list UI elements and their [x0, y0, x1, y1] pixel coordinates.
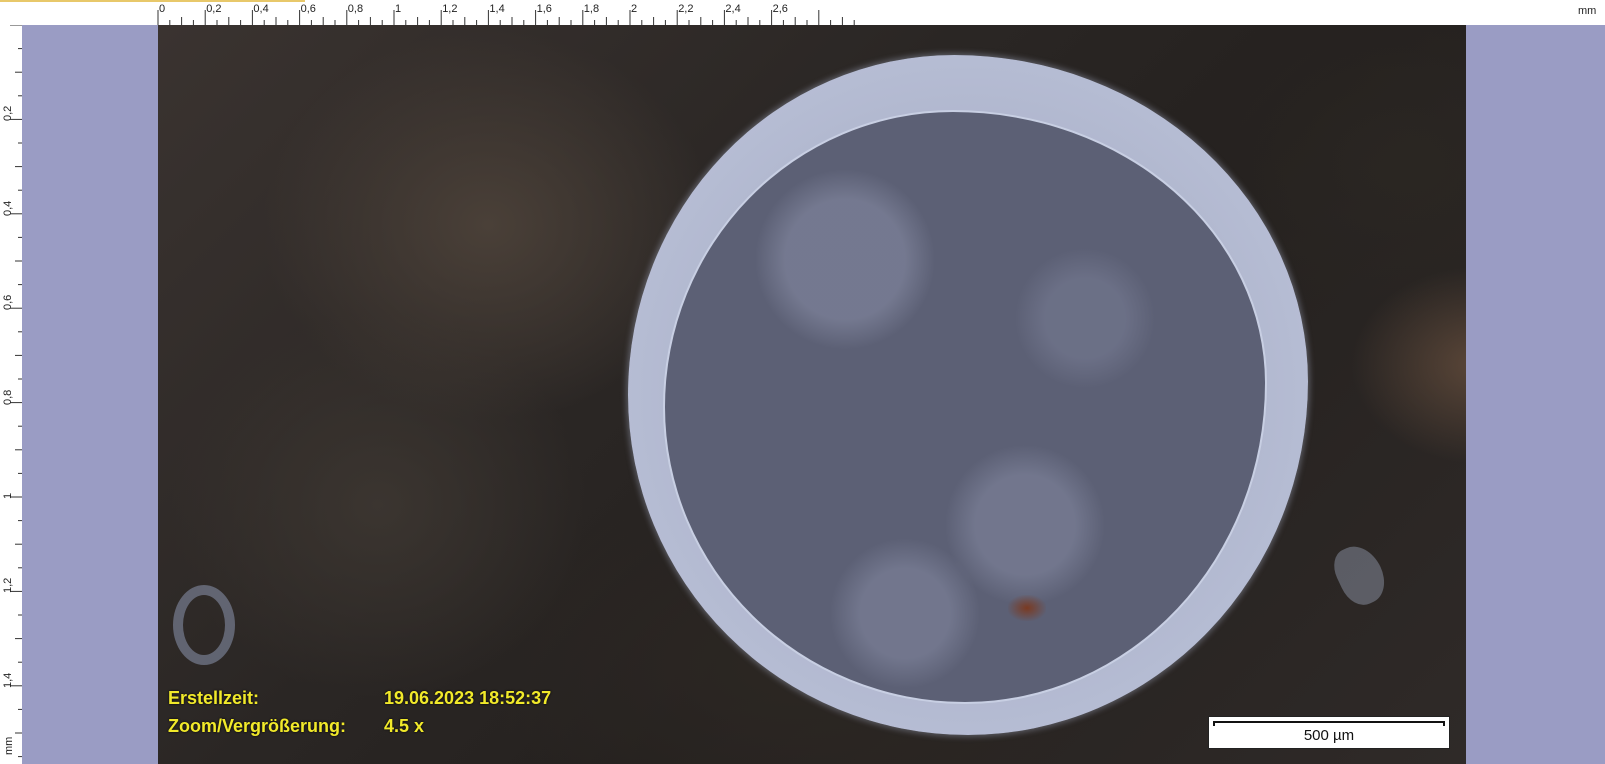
top-ruler-label: 0,4 — [253, 3, 269, 15]
top-ruler[interactable]: 0 0,2 0,4 0,6 0,8 1 1,2 1,4 1,6 1,8 2 2,2 2,4 2,6 mm — [0, 0, 1605, 26]
left-ruler-label: 0,4 — [2, 200, 14, 216]
top-ruler-label: 1,4 — [489, 3, 505, 15]
left-ruler-label: 1,4 — [2, 672, 14, 688]
top-ruler-label: 2,2 — [678, 3, 694, 15]
microscope-specimen-image — [158, 25, 1466, 764]
left-ruler-label: 1 — [2, 492, 14, 499]
top-ruler-label: 2,6 — [772, 3, 788, 15]
scale-bar-label: 500 µm — [1303, 727, 1355, 744]
red-spot — [1008, 595, 1046, 621]
small-ring-object — [173, 585, 235, 665]
right-margin-panel — [1466, 25, 1605, 764]
left-ruler-label: 0,6 — [2, 294, 14, 311]
top-ruler-unit: mm — [1578, 5, 1597, 17]
top-ruler-label: 0 — [159, 3, 166, 15]
scale-bar[interactable]: 500 µm — [1208, 716, 1450, 749]
image-viewport[interactable]: Erstellzeit: 19.06.2023 18:52:37 Zoom/Ve… — [158, 25, 1466, 764]
fleck-object — [1327, 538, 1393, 612]
top-ruler-label: 2 — [631, 3, 638, 15]
created-label: Erstellzeit: — [168, 688, 260, 708]
left-ruler-label: 0,8 — [2, 389, 14, 405]
top-ruler-label: 1,2 — [442, 3, 458, 15]
left-ruler-label: 1,2 — [2, 578, 14, 594]
zoom-label: Zoom/Vergrößerung: — [168, 716, 347, 736]
top-ruler-label: 1 — [395, 3, 402, 15]
left-ruler-label: 0,2 — [2, 106, 14, 122]
zoom-value: 4.5 x — [384, 716, 425, 736]
top-ruler-ticks — [157, 10, 855, 25]
top-ruler-label: 1,6 — [536, 3, 552, 15]
top-ruler-label: 0,6 — [300, 3, 316, 15]
scale-bar-line — [1213, 721, 1445, 726]
top-ruler-label: 1,8 — [583, 3, 600, 15]
left-ruler-unit: mm — [3, 736, 15, 755]
top-ruler-label: 2,4 — [725, 3, 741, 15]
left-ruler[interactable]: 0,2 0,4 0,6 0,8 1 1,2 1,4 mm — [0, 25, 23, 764]
created-value: 19.06.2023 18:52:37 — [384, 688, 552, 708]
left-margin-panel — [22, 25, 158, 764]
top-ruler-label: 0,8 — [347, 3, 364, 15]
top-ruler-label: 0,2 — [206, 3, 222, 15]
